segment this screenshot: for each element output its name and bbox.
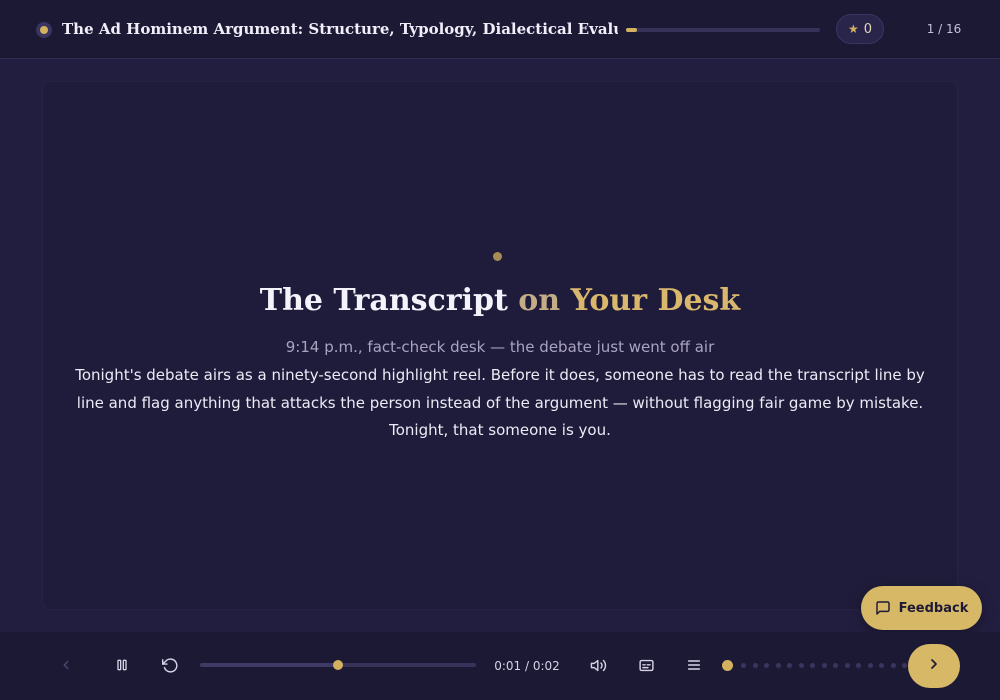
slide-dot[interactable] <box>833 663 838 668</box>
course-logo-icon <box>36 22 52 38</box>
slide-dot[interactable] <box>879 663 884 668</box>
slide-body: Tonight's debate airs as a ninety-second… <box>75 366 925 439</box>
slide-dot[interactable] <box>764 663 769 668</box>
stars-count: 0 <box>863 21 873 37</box>
volume-icon <box>590 657 607 674</box>
playback-progress <box>200 663 338 667</box>
slide-dot[interactable] <box>844 663 850 668</box>
slide-dot[interactable] <box>798 663 804 668</box>
slide-dot[interactable] <box>810 663 815 668</box>
slide-dot[interactable] <box>867 663 873 668</box>
stars-badge: ★ 0 <box>836 14 884 44</box>
captions-button[interactable] <box>634 653 658 677</box>
chevron-left-icon <box>59 658 73 672</box>
course-progress-bar <box>626 28 820 32</box>
course-title: The Ad Hominem Argument: Structure, Typo… <box>62 20 618 38</box>
slide-dot[interactable] <box>856 663 861 668</box>
pause-button[interactable] <box>110 653 134 677</box>
slide-dot[interactable] <box>890 663 896 668</box>
pause-icon <box>114 657 130 673</box>
feedback-label: Feedback <box>898 600 969 616</box>
course-progress-fill <box>626 28 637 32</box>
slide-subtitle: 9:14 p.m., fact-check desk — the debate … <box>285 338 715 356</box>
slide-title-connector: on <box>518 283 561 318</box>
slide-dot[interactable] <box>787 663 792 668</box>
replay-button[interactable] <box>158 653 182 677</box>
slide-dot[interactable] <box>741 663 746 668</box>
volume-button[interactable] <box>586 653 610 677</box>
replay-icon <box>161 657 179 674</box>
slide-marker-icon <box>493 252 502 261</box>
slide-dot[interactable] <box>775 663 781 668</box>
menu-icon <box>686 657 702 673</box>
slide-title-accent: Your Desk <box>570 283 741 318</box>
star-icon: ★ <box>847 22 859 36</box>
slide-counter: 1 / 16 <box>926 22 962 36</box>
slide-dot-active[interactable] <box>722 660 733 671</box>
playback-scrubber[interactable] <box>200 660 476 670</box>
playback-handle[interactable] <box>333 660 343 670</box>
slide-dot[interactable] <box>821 663 827 668</box>
message-square-icon <box>875 600 891 616</box>
feedback-button[interactable]: Feedback <box>861 586 982 630</box>
top-bar: The Ad Hominem Argument: Structure, Typo… <box>0 0 1000 59</box>
captions-icon <box>638 657 655 674</box>
slide-dot[interactable] <box>752 663 758 668</box>
slide-dots <box>722 660 907 671</box>
slide-title: The Transcript on Your Desk <box>100 281 900 321</box>
time-readout: 0:01 / 0:02 <box>494 659 560 673</box>
next-slide-button[interactable] <box>908 644 960 688</box>
slide-title-main: The Transcript <box>259 283 508 318</box>
chevron-right-icon <box>926 656 942 676</box>
menu-button[interactable] <box>682 653 706 677</box>
slide-dot[interactable] <box>902 663 907 668</box>
previous-slide-button[interactable] <box>54 653 78 677</box>
